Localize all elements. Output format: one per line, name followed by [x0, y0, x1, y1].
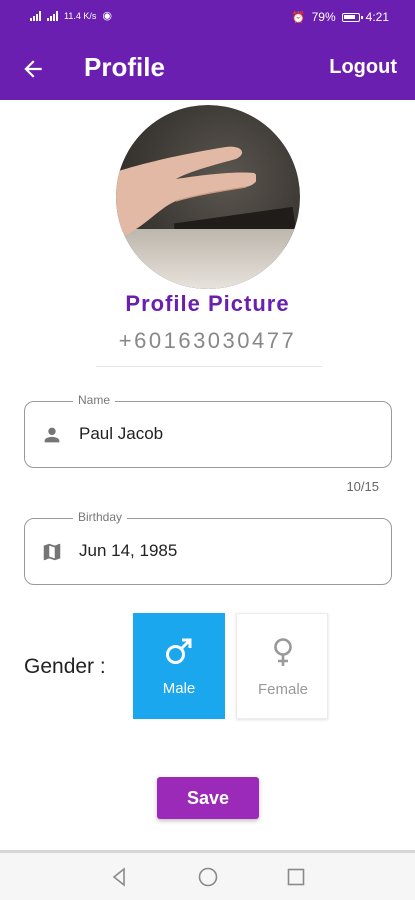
logout-button[interactable]: Logout — [329, 56, 397, 79]
birthday-field-label: Birthday — [73, 510, 128, 524]
map-icon — [43, 543, 61, 561]
phone-divider — [96, 366, 322, 367]
birthday-input[interactable]: Jun 14, 1985 — [79, 541, 177, 561]
clock: 4:21 — [365, 10, 389, 24]
profile-avatar[interactable] — [116, 105, 300, 289]
page-title: Profile — [84, 52, 165, 82]
gender-female-option[interactable]: Female — [236, 613, 328, 719]
status-bar: 11.4 K/s ◉ ⏰ 79% 4:21 — [0, 0, 415, 36]
nav-recents-icon[interactable] — [284, 865, 308, 889]
back-button[interactable] — [20, 56, 46, 82]
gender-female-label: Female — [257, 681, 309, 698]
signal-2-icon — [47, 10, 58, 21]
status-right: ⏰ 79% 4:21 — [292, 10, 389, 24]
alarm-icon: ⏰ — [291, 11, 306, 24]
signal-icon — [30, 10, 41, 21]
gender-male-option[interactable]: Male — [133, 613, 225, 719]
battery-percent: 79% — [311, 10, 336, 24]
hand-photo — [116, 146, 256, 235]
battery-icon — [341, 12, 363, 22]
name-input[interactable]: Paul Jacob — [79, 424, 163, 444]
name-char-counter: 10/15 — [346, 479, 379, 494]
system-nav-bar — [0, 853, 415, 900]
name-field-label: Name — [73, 393, 116, 407]
save-button[interactable]: Save — [157, 777, 259, 819]
arrow-left-icon — [24, 60, 42, 78]
eye-icon: ◉ — [102, 10, 112, 22]
nav-back-icon[interactable] — [107, 865, 131, 889]
person-icon — [44, 427, 60, 443]
male-symbol-icon — [166, 638, 192, 664]
gender-label: Gender : — [24, 655, 106, 678]
name-field[interactable]: Name Paul Jacob — [24, 393, 392, 468]
phone-number: +60163030477 — [118, 328, 297, 353]
app-bar: Profile Logout — [0, 36, 415, 100]
status-left: 11.4 K/s ◉ — [30, 9, 112, 22]
profile-picture-label: Profile Picture — [125, 291, 290, 316]
female-symbol-icon — [274, 638, 292, 666]
nav-home-icon[interactable] — [196, 865, 220, 889]
gender-male-label: Male — [162, 680, 196, 697]
birthday-field[interactable]: Birthday Jun 14, 1985 — [24, 510, 392, 585]
network-speed: 11.4 K/s — [64, 10, 97, 21]
